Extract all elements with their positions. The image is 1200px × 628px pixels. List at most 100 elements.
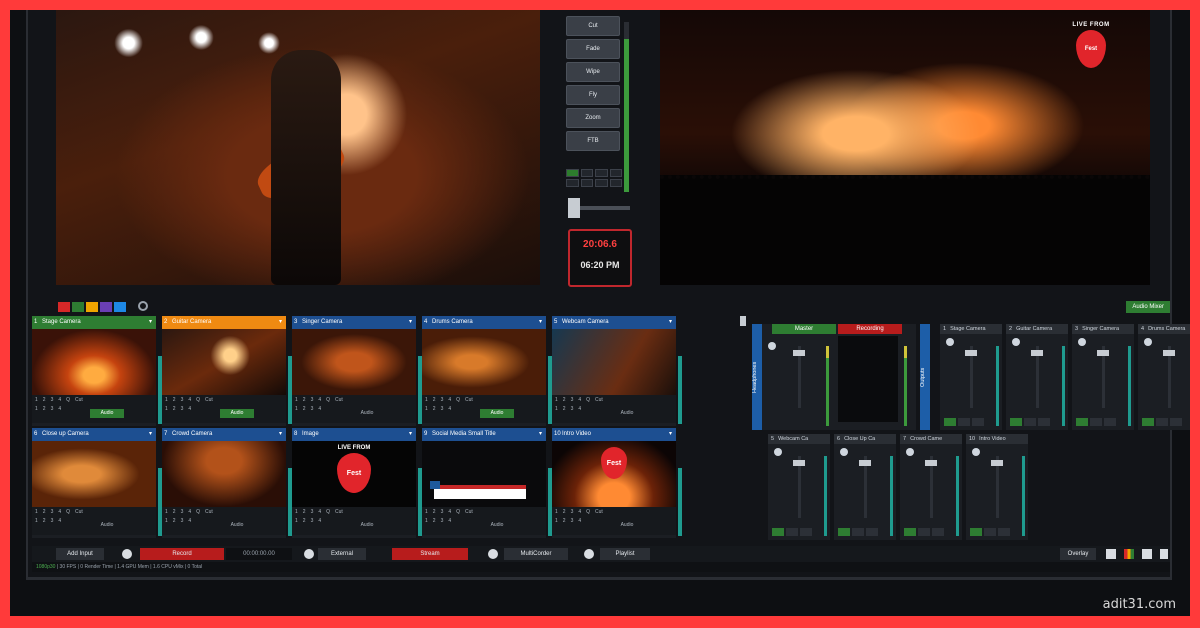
overlay-button[interactable]: 2 [43,406,46,412]
overlay-button[interactable]: 3 [51,518,54,524]
channel-bus-button[interactable] [1010,418,1022,426]
channel-bus-button[interactable] [838,528,850,536]
color-view-icon[interactable] [1124,549,1134,559]
input-control-button[interactable]: 3 [181,509,184,515]
input-menu-icon[interactable]: ▾ [279,316,282,329]
overlay-button[interactable]: 3 [181,518,184,524]
input-control-button[interactable]: Q [326,397,330,403]
input-control-button[interactable]: 2 [303,509,306,515]
overlay-button[interactable]: 1 [35,518,38,524]
input-header[interactable]: 8 Image ▾ [292,428,416,441]
input-tile[interactable]: 7 Crowd Camera ▾ 1 2 3 4 Q Cut 1 2 3 4 Audio [162,428,292,538]
input-control-button[interactable]: Q [586,509,590,515]
multicorder-button[interactable]: MultiCorder [504,548,568,560]
input-header[interactable]: 6 Close up Camera ▾ [32,428,156,441]
input-control-button[interactable]: 3 [181,397,184,403]
input-control-button[interactable]: 3 [51,397,54,403]
layout-view-icon[interactable] [1142,549,1152,559]
quick-transition-cell[interactable] [609,169,622,177]
channel-bus-button[interactable] [998,528,1010,536]
input-header[interactable]: 5 Webcam Camera ▾ [552,316,676,329]
audio-mixer-button[interactable]: Audio Mixer [1126,301,1170,313]
input-header[interactable]: 2 Guitar Camera ▾ [162,316,286,329]
quick-transition-cell[interactable] [580,169,593,177]
input-control-button[interactable]: 1 [295,397,298,403]
overlay-button[interactable]: 3 [311,518,314,524]
channel-settings-icon[interactable] [840,448,848,456]
channel-bus-button[interactable] [786,528,798,536]
input-tile[interactable]: 1 Stage Camera ▾ 1 2 3 4 Q Cut 1 2 3 4 Audio [32,316,162,426]
channel-bus-button[interactable] [1090,418,1102,426]
mixer-collapse-icon[interactable] [740,316,746,326]
input-control-button[interactable]: Cut [465,509,473,515]
input-control-button[interactable]: 3 [311,509,314,515]
input-control-button[interactable]: Cut [595,397,603,403]
overlay-button[interactable]: 4 [58,518,61,524]
color-filter-swatch[interactable] [58,302,70,312]
overlay-button[interactable]: 4 [578,406,581,412]
input-control-button[interactable]: 4 [578,397,581,403]
input-menu-icon[interactable]: ▾ [409,316,412,329]
input-control-button[interactable]: 3 [311,397,314,403]
output-monitor[interactable]: LIVE FROM Fest [660,10,1150,285]
overlay-button[interactable]: 2 [563,518,566,524]
overlay-button[interactable]: 2 [303,406,306,412]
color-filter-swatch[interactable] [100,302,112,312]
channel-fader[interactable] [991,456,1003,518]
overlay-button[interactable]: 4 [448,406,451,412]
transition-fly-button[interactable]: Fly [566,85,620,105]
overlay-button[interactable]: 2 [433,518,436,524]
input-control-button[interactable]: Q [196,397,200,403]
external-settings-icon[interactable] [304,549,314,559]
input-control-button[interactable]: Cut [335,509,343,515]
overlay-button[interactable]: 1 [555,518,558,524]
overlay-button[interactable]: 2 [43,518,46,524]
overlay-button[interactable]: 4 [578,518,581,524]
channel-fader[interactable] [859,456,871,518]
overlay-button[interactable]: 4 [188,406,191,412]
overlay-button[interactable]: 3 [311,406,314,412]
channel-settings-icon[interactable] [1144,338,1152,346]
quick-transition-cell[interactable] [595,179,608,187]
input-control-button[interactable]: 2 [433,509,436,515]
input-control-button[interactable]: 4 [448,397,451,403]
input-audio-button[interactable]: Audio [350,521,384,530]
channel-fader-knob[interactable] [1031,350,1043,356]
grid-view-icon[interactable] [1106,549,1116,559]
input-control-button[interactable]: 3 [51,509,54,515]
master-fader[interactable] [793,346,805,408]
channel-bus-button[interactable] [1156,418,1168,426]
input-menu-icon[interactable]: ▾ [539,316,542,329]
channel-fader-knob[interactable] [965,350,977,356]
input-control-button[interactable]: Q [66,397,70,403]
input-control-button[interactable]: 2 [433,397,436,403]
input-control-button[interactable]: Cut [595,509,603,515]
overlay-button[interactable]: 4 [58,406,61,412]
t-bar-slider[interactable] [568,198,630,218]
channel-fader[interactable] [965,346,977,408]
input-control-button[interactable]: 1 [35,397,38,403]
input-tile[interactable]: 9 Social Media Small Title ▾ 1 2 3 4 Q Cut 1 2 3 4 Au… [422,428,552,538]
channel-bus-button[interactable] [904,528,916,536]
channel-bus-button[interactable] [944,418,956,426]
input-control-button[interactable]: Q [456,397,460,403]
playlist-button[interactable]: Playlist [600,548,650,560]
input-control-button[interactable]: 4 [318,397,321,403]
channel-settings-icon[interactable] [946,338,954,346]
channel-bus-button[interactable] [1024,418,1036,426]
input-audio-button[interactable]: Audio [610,409,644,418]
channel-bus-button[interactable] [1142,418,1154,426]
fullscreen-icon[interactable] [1160,549,1168,559]
channel-settings-icon[interactable] [774,448,782,456]
input-tile[interactable]: 5 Webcam Camera ▾ 1 2 3 4 Q Cut 1 2 3 4 Audio [552,316,682,426]
overlay-button[interactable]: 2 [173,518,176,524]
input-control-button[interactable]: Cut [335,397,343,403]
channel-fader[interactable] [1163,346,1175,408]
overlay-button[interactable]: 4 [318,406,321,412]
input-menu-icon[interactable]: ▾ [539,428,542,441]
input-tile[interactable]: 6 Close up Camera ▾ 1 2 3 4 Q Cut 1 2 3 4 Audio [32,428,162,538]
overlay-button[interactable]: 2 [563,406,566,412]
input-control-button[interactable]: Q [66,509,70,515]
input-audio-button[interactable]: Audio [220,521,254,530]
channel-bus-button[interactable] [932,528,944,536]
